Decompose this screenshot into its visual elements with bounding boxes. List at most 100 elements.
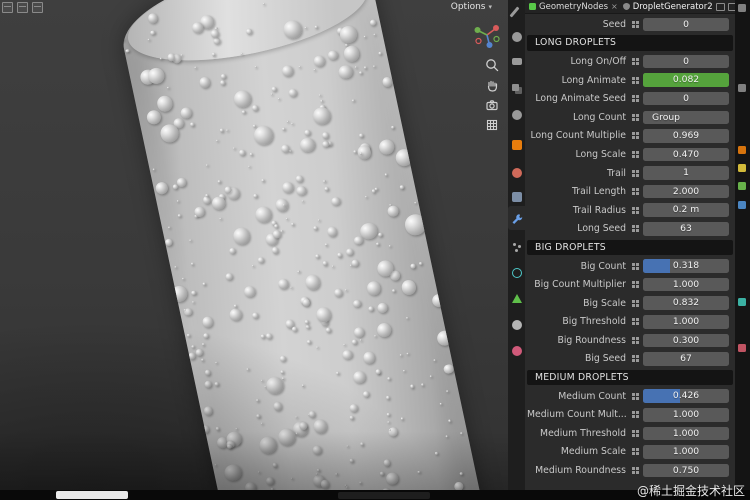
value-field[interactable]: 0.2 m [643, 203, 729, 217]
navigation-gizmo[interactable] [472, 20, 502, 50]
particles-tab-icon[interactable] [512, 242, 522, 252]
section-header[interactable]: LONG DROPLETS [525, 34, 735, 53]
droplet [286, 119, 290, 123]
grid-ortho-icon[interactable] [485, 118, 499, 132]
dropdown-field[interactable]: Group [643, 110, 729, 125]
value-field[interactable]: 1.000 [643, 445, 729, 459]
editor-type-icon[interactable] [17, 2, 28, 13]
value-field[interactable]: 1.000 [643, 408, 729, 422]
droplet [381, 75, 393, 88]
value-field[interactable]: 0.082 [643, 73, 729, 87]
value-field[interactable]: 0.470 [643, 147, 729, 162]
tool-tab-icon[interactable] [509, 6, 520, 18]
value-field[interactable]: 0 [643, 54, 729, 69]
droplet [324, 186, 330, 192]
3d-viewport[interactable]: Options ▾ [0, 0, 508, 490]
timeline-marker[interactable] [56, 491, 128, 499]
pan-hand-icon[interactable] [485, 78, 499, 92]
value-field[interactable]: 1.000 [643, 426, 729, 441]
attribute-toggle-icon[interactable] [631, 187, 640, 196]
attribute-toggle-icon[interactable] [631, 336, 640, 345]
value-field[interactable]: 0.750 [643, 463, 729, 478]
material-preview-tab-icon[interactable] [511, 320, 522, 330]
attribute-toggle-icon[interactable] [631, 354, 640, 363]
fake-user-icon[interactable] [622, 3, 630, 10]
property-row: Medium Scale 1.000 [525, 443, 735, 462]
value-field[interactable]: 0.300 [643, 333, 729, 348]
value-field[interactable]: 0.832 [643, 296, 729, 310]
attribute-toggle-icon[interactable] [631, 466, 640, 475]
attribute-toggle-icon[interactable] [631, 131, 640, 140]
droplet [290, 286, 293, 289]
scene-tab-icon[interactable] [511, 110, 522, 120]
droplet [385, 471, 400, 486]
modifier-header[interactable]: GeometryNodes × DropletGenerator2 [525, 0, 735, 14]
render-tab-icon[interactable] [511, 32, 522, 42]
droplet [402, 369, 406, 373]
attribute-toggle-icon[interactable] [631, 262, 640, 271]
modifier-name[interactable]: DropletGenerator2 [633, 2, 713, 12]
camera-view-icon[interactable] [485, 98, 499, 112]
droplet [223, 462, 244, 483]
material-tab-icon[interactable] [511, 346, 522, 356]
property-label: Long Seed [577, 223, 626, 235]
value-field[interactable]: 63 [643, 222, 729, 236]
attribute-toggle-icon[interactable] [631, 20, 640, 29]
droplet [271, 86, 278, 93]
value-field[interactable]: 2.000 [643, 184, 729, 199]
value-field[interactable]: 1.000 [643, 315, 729, 329]
can-3d-model[interactable] [113, 0, 502, 490]
view-layer-tab-icon[interactable] [511, 84, 519, 91]
modifiers-wrench-icon[interactable] [511, 211, 523, 224]
close-icon[interactable]: × [611, 2, 618, 11]
display-toggle-icon[interactable] [715, 2, 725, 11]
value-field[interactable]: 0 [643, 91, 729, 106]
attribute-toggle-icon[interactable] [631, 224, 640, 233]
zoom-icon[interactable] [485, 58, 499, 72]
attribute-toggle-icon[interactable] [631, 113, 640, 122]
physics-orbit-tab-icon[interactable] [511, 268, 522, 278]
attribute-toggle-icon[interactable] [631, 410, 640, 419]
droplet [172, 183, 179, 190]
section-header[interactable]: BIG DROPLETS [525, 238, 735, 257]
options-dropdown[interactable]: Options ▾ [447, 1, 496, 13]
editor-type-icon[interactable] [2, 2, 13, 13]
attribute-toggle-icon[interactable] [631, 392, 640, 401]
droplet [327, 49, 339, 62]
sliver-icon-blue [738, 201, 746, 209]
value-field[interactable]: 0.426 [643, 389, 729, 403]
field-value: 1.000 [672, 316, 700, 328]
attribute-toggle-icon[interactable] [631, 169, 640, 178]
options-label: Options [450, 2, 486, 12]
section-header[interactable]: MEDIUM DROPLETS [525, 368, 735, 387]
attribute-toggle-icon[interactable] [631, 280, 640, 289]
value-field[interactable]: 0 [643, 17, 729, 32]
value-field[interactable]: 67 [643, 352, 729, 366]
attribute-toggle-icon[interactable] [631, 94, 640, 103]
droplet [447, 418, 451, 423]
physics-tab-icon[interactable] [511, 168, 522, 178]
attribute-toggle-icon[interactable] [631, 447, 640, 456]
node-tree-name[interactable]: GeometryNodes [539, 2, 608, 12]
value-field[interactable]: 0.969 [643, 129, 729, 143]
object-data-tab-icon[interactable] [511, 294, 522, 303]
editor-type-icon[interactable] [32, 2, 43, 13]
value-field[interactable]: 0.318 [643, 259, 729, 273]
attribute-toggle-icon[interactable] [631, 150, 640, 159]
value-field[interactable]: 1 [643, 166, 729, 180]
attribute-toggle-icon[interactable] [631, 317, 640, 326]
attribute-toggle-icon[interactable] [631, 206, 640, 215]
value-field[interactable]: 1.000 [643, 277, 729, 292]
attribute-toggle-icon[interactable] [631, 429, 640, 438]
render-toggle-icon[interactable] [727, 2, 735, 11]
output-tab-icon[interactable] [511, 58, 522, 65]
attribute-toggle-icon[interactable] [631, 76, 640, 85]
droplet [388, 244, 391, 248]
attribute-toggle-icon[interactable] [631, 299, 640, 308]
constraints-tab-icon[interactable] [511, 192, 522, 202]
droplet [281, 127, 285, 131]
droplet [349, 415, 355, 421]
droplet [364, 66, 367, 69]
object-tab-icon[interactable] [511, 140, 522, 150]
attribute-toggle-icon[interactable] [631, 57, 640, 66]
